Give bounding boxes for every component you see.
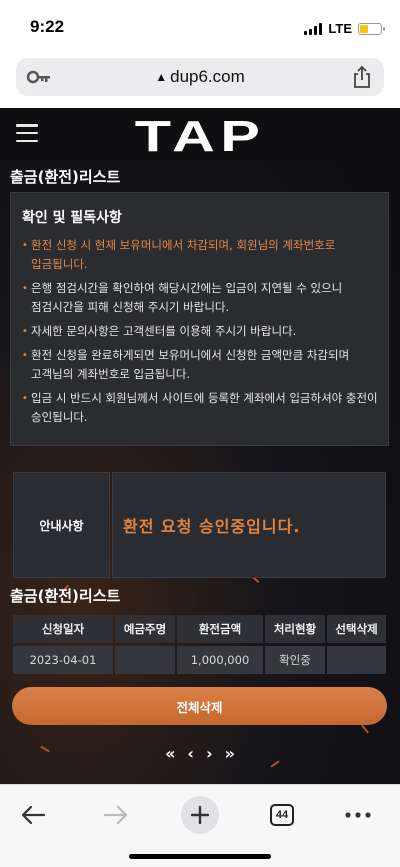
battery-icon [358, 22, 385, 35]
status-cell: 확인중 [265, 646, 325, 674]
withdraw-table: 신청일자 예금주명 환전금액 처리현황 선택삭제 2023-04-01 1,00… [13, 615, 386, 677]
notice-list: 환전 신청 시 현재 보유머니에서 차감되며, 회원님의 계좌번호로 입금됩니다… [22, 236, 382, 432]
notice-title: 확인 및 필독사항 [22, 210, 122, 226]
last-page-button[interactable]: » [225, 744, 235, 763]
notice-item: 입금 시 반드시 회원님께서 사이트에 등록한 계좌에서 입금하셔야 충전이 승… [22, 389, 382, 427]
list-title: 출금(환전)리스트 [10, 587, 121, 605]
network-label: LTE [328, 21, 352, 36]
amount-cell: 1,000,000 [177, 646, 263, 674]
address-bar[interactable]: ▲ dup6.com [16, 58, 384, 96]
table-header-row: 신청일자 예금주명 환전금액 처리현황 선택삭제 [13, 615, 386, 643]
request-date-cell: 2023-04-01 [13, 646, 113, 674]
status-bar: 9:22 LTE [0, 0, 400, 52]
column-header: 처리현황 [265, 615, 325, 643]
first-page-button[interactable]: « [165, 744, 175, 763]
notice-box: 확인 및 필독사항 환전 신청 시 현재 보유머니에서 차감되며, 회원님의 계… [10, 192, 389, 446]
site-content: TAP 출금(환전)리스트 확인 및 필독사항 환전 신청 시 현재 보유머니에… [0, 108, 400, 784]
guide-label: 안내사항 [13, 472, 110, 578]
back-icon[interactable] [13, 795, 53, 835]
notice-item: 자세한 문의사항은 고객센터를 이용해 주시기 바랍니다. [22, 322, 382, 341]
status-indicators: LTE [304, 21, 385, 36]
browser-toolbar: 44 [0, 784, 400, 867]
url-text[interactable]: ▲ dup6.com [16, 67, 384, 87]
column-header: 환전금액 [177, 615, 263, 643]
site-logo[interactable]: TAP [0, 112, 400, 162]
status-time: 9:22 [30, 17, 65, 36]
home-indicator [129, 854, 271, 859]
column-header: 신청일자 [13, 615, 113, 643]
tabs-icon[interactable]: 44 [262, 795, 302, 835]
signal-icon [304, 22, 323, 35]
page-title: 출금(환전)리스트 [10, 168, 121, 186]
notice-item: 환전 신청을 완료하게되면 보유머니에서 신청한 금액만큼 차감되며 고객님의 … [22, 346, 382, 384]
more-icon[interactable] [338, 795, 378, 835]
account-holder-cell [115, 646, 175, 674]
column-header: 선택삭제 [327, 615, 386, 643]
new-tab-button[interactable] [180, 795, 220, 835]
site-header: TAP [0, 108, 400, 162]
next-page-button[interactable]: › [206, 744, 213, 763]
column-header: 예금주명 [115, 615, 175, 643]
delete-all-button[interactable]: 전체삭제 [12, 687, 387, 725]
pagination: « ‹ › » [0, 744, 400, 763]
notice-item: 환전 신청 시 현재 보유머니에서 차감되며, 회원님의 계좌번호로 입금됩니다… [22, 236, 382, 274]
forward-icon[interactable] [96, 795, 136, 835]
select-delete-cell[interactable] [327, 646, 386, 674]
prev-page-button[interactable]: ‹ [187, 744, 194, 763]
table-row[interactable]: 2023-04-01 1,000,000 확인중 [13, 646, 386, 674]
notice-item: 은행 점검시간을 확인하여 해당시간에는 입금이 지연될 수 있으니 점검시간을… [22, 279, 382, 317]
browser-address-area: ▲ dup6.com [0, 52, 400, 108]
lock-icon: ▲ [155, 70, 168, 84]
plus-icon[interactable] [181, 796, 219, 834]
guide-message: 환전 요청 승인중입니다. [112, 472, 386, 578]
share-icon[interactable] [352, 65, 372, 93]
tab-count[interactable]: 44 [270, 804, 294, 826]
